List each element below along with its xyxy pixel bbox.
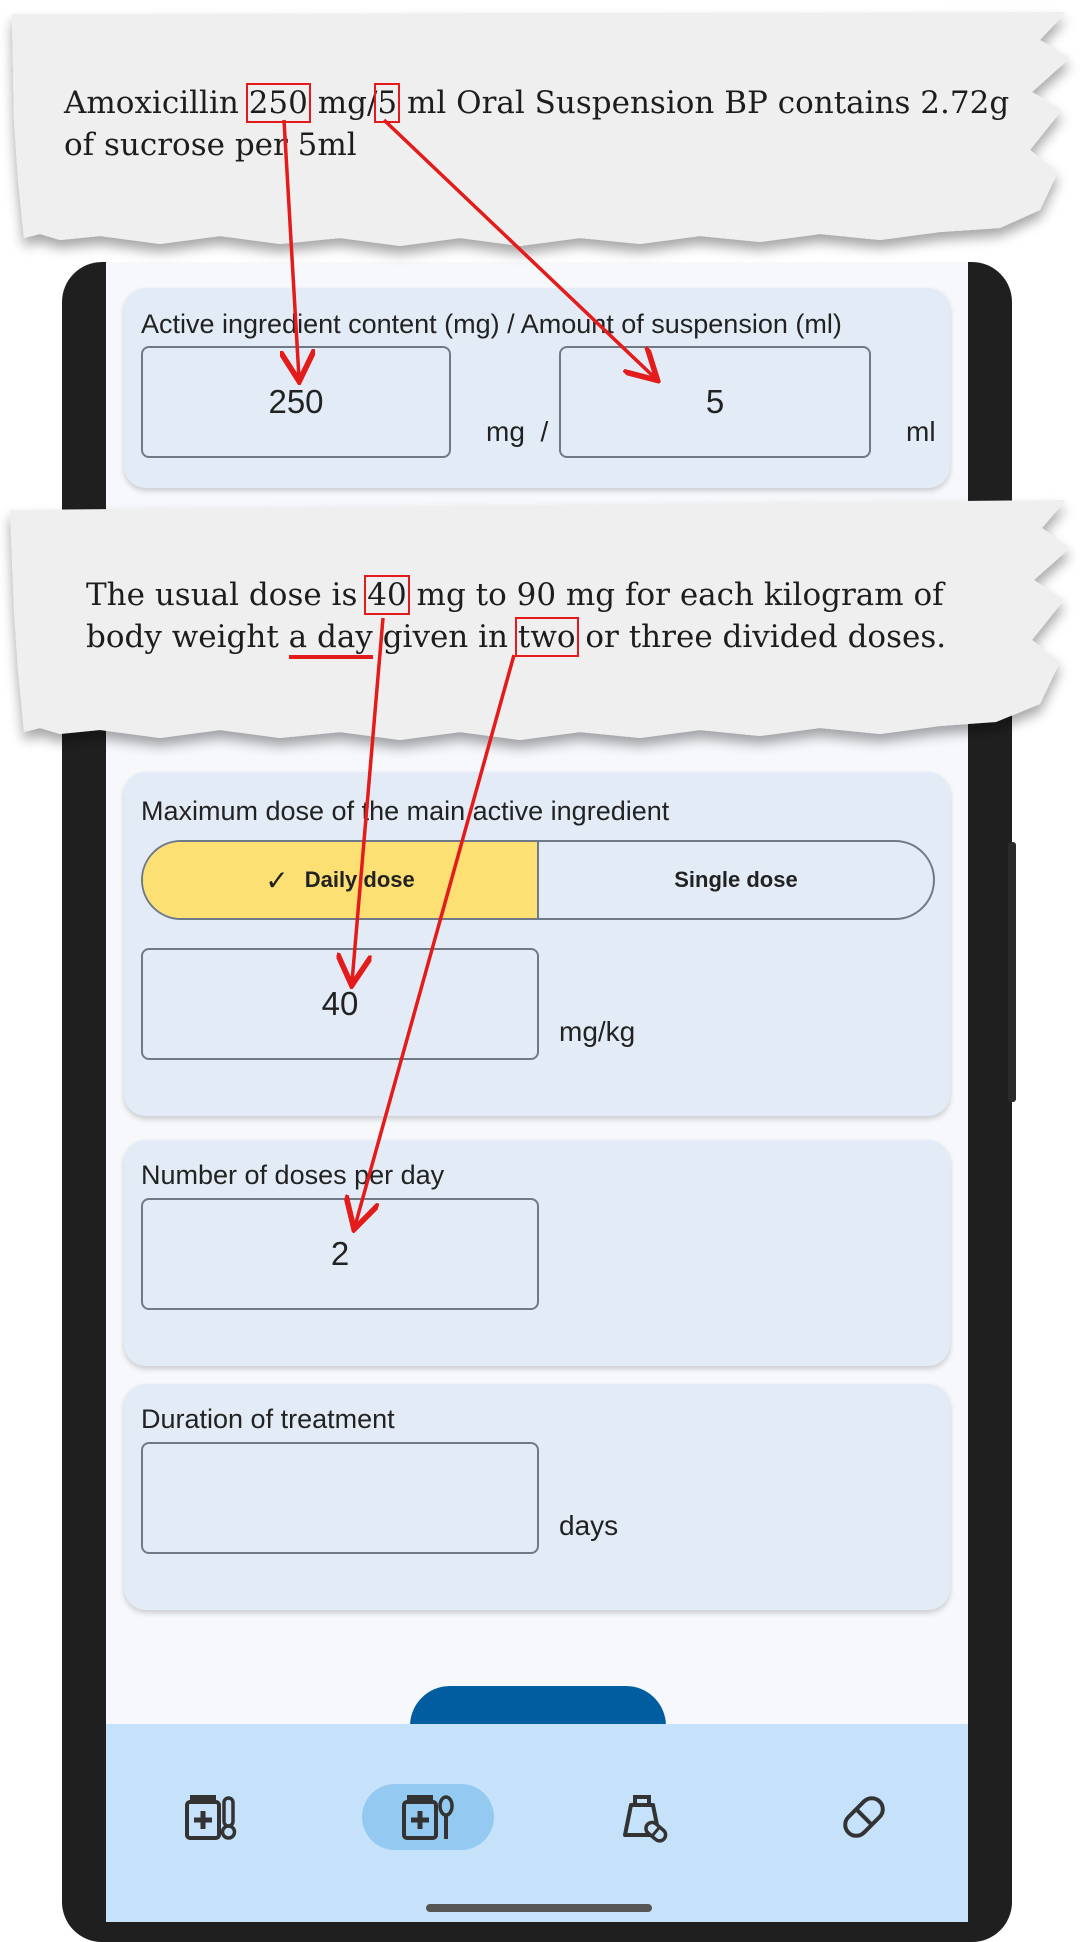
dosage-line-2: body weight a day given in two or three … (86, 616, 947, 659)
note-line-1: Amoxicillin 250 mg/5 ml Oral Suspension … (64, 82, 1009, 124)
nav-medicine-thermometer[interactable] (145, 1784, 277, 1850)
medicine-thermometer-icon (185, 1795, 237, 1840)
duration-card: Duration of treatment days (124, 1384, 950, 1610)
home-indicator (426, 1904, 652, 1912)
mg-unit-label: mg / (486, 416, 549, 447)
active-ingredient-card: Active ingredient content (mg) / Amount … (124, 288, 950, 488)
days-unit: days (559, 1510, 619, 1541)
ml-unit-label: ml (906, 416, 936, 447)
single-dose-option[interactable]: Single dose (539, 842, 933, 918)
body-weight-text: body weight (86, 619, 279, 655)
max-dose-input[interactable]: 40 (141, 948, 539, 1060)
single-dose-label: Single dose (674, 867, 798, 892)
paper-note-label: Amoxicillin 250 mg/5 ml Oral Suspension … (0, 0, 1080, 280)
dosage-prefix-text: The usual dose is (86, 577, 358, 613)
pill-icon (843, 1796, 885, 1838)
bag-pill-icon (623, 1795, 668, 1843)
duration-label: Duration of treatment (141, 1404, 395, 1434)
mg-input[interactable]: 250 (141, 346, 451, 458)
divided-doses-text: or three divided doses. (585, 619, 947, 655)
daily-dose-label: Daily dose (304, 867, 415, 892)
note-amoxicillin-text: Amoxicillin (64, 85, 239, 121)
paper-note-dosage: The usual dose is 40 mg to 90 mg for eac… (0, 490, 1080, 760)
volume-highlight: 5 (374, 83, 401, 123)
medicine-spoon-icon (402, 1795, 454, 1840)
mg-per-kg-unit: mg/kg (559, 1016, 636, 1047)
note-line-2: of sucrose per 5ml (64, 127, 357, 163)
nav-pill[interactable] (798, 1784, 930, 1850)
daily-dose-option[interactable]: ✓ Daily dose (143, 842, 539, 918)
bottom-navigation (106, 1724, 968, 1922)
nav-bag-pill[interactable] (578, 1784, 710, 1850)
dose-highlight: 40 (364, 575, 410, 615)
active-ingredient-label: Active ingredient content (mg) / Amount … (141, 309, 842, 339)
doses-per-day-input[interactable]: 2 (141, 1198, 539, 1310)
maximum-dose-label: Maximum dose of the main active ingredie… (141, 796, 670, 826)
dose-type-toggle: ✓ Daily dose Single dose (141, 840, 935, 920)
a-day-underline: a day (288, 619, 373, 659)
doses-per-day-card: Number of doses per day 2 (124, 1140, 950, 1366)
strength-highlight: 250 (245, 83, 311, 123)
doses-per-day-label: Number of doses per day (141, 1160, 445, 1190)
dosage-line-1: The usual dose is 40 mg to 90 mg for eac… (86, 574, 944, 616)
maximum-dose-card: Maximum dose of the main active ingredie… (124, 772, 950, 1116)
note-mg-text: mg/ (317, 85, 378, 121)
ml-input[interactable]: 5 (559, 346, 871, 458)
side-button (1008, 842, 1016, 1102)
dosage-suffix-text: mg to 90 mg for each kilogram of (416, 577, 944, 613)
check-icon: ✓ (265, 864, 289, 896)
doses-count-highlight: two (514, 617, 579, 657)
note-suffix-text: ml Oral Suspension BP contains 2.72g (407, 85, 1010, 121)
duration-input[interactable] (141, 1442, 539, 1554)
nav-medicine-spoon[interactable] (362, 1784, 494, 1850)
given-in-text: given in (382, 619, 509, 655)
